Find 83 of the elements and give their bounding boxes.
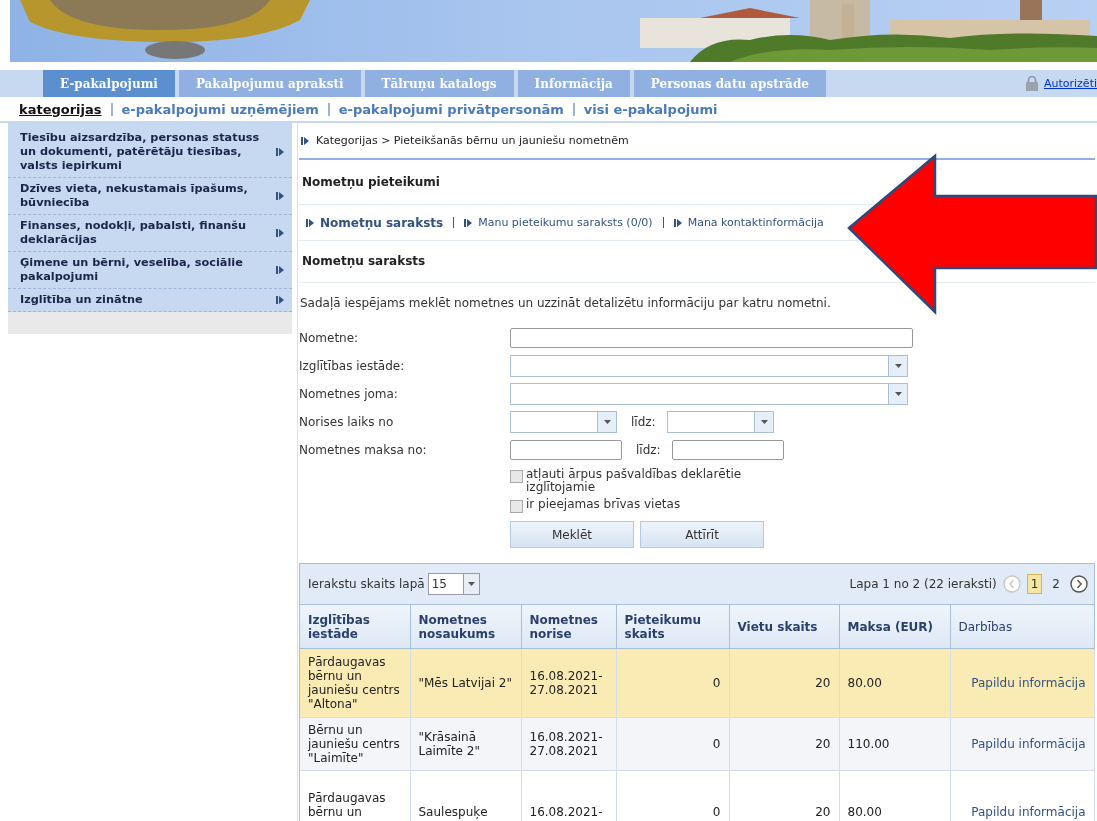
checkbox[interactable] <box>510 500 523 513</box>
table-cell: 0 <box>616 648 729 718</box>
table-cell: 80.00 <box>839 770 950 821</box>
field-label: Nometnes maksa no: <box>299 443 428 457</box>
dropdown-field[interactable] <box>510 411 617 433</box>
caret-icon <box>467 582 475 586</box>
arrow-icon <box>673 217 682 228</box>
column-header[interactable]: Darbības <box>950 605 1094 649</box>
column-header[interactable]: Pieteikumu skaits <box>616 605 729 649</box>
checkbox[interactable] <box>510 470 523 483</box>
next-page-icon[interactable] <box>1070 575 1088 593</box>
text-field[interactable] <box>672 440 784 460</box>
table-cell: 16.08.2021- <box>521 770 616 821</box>
form-button[interactable]: Attīrīt <box>640 521 764 548</box>
lock-icon <box>1024 75 1039 92</box>
field-label: līdz: <box>630 415 657 429</box>
table-cell: 16.08.2021-27.08.2021 <box>521 717 616 771</box>
previous-page-icon[interactable] <box>1002 575 1021 593</box>
field-label: Izglītības iestāde: <box>299 359 406 373</box>
table-cell: Saulespuķe <box>410 770 521 821</box>
table-cell: 20 <box>729 770 839 821</box>
details-link[interactable]: Papildu informācija <box>971 805 1086 819</box>
column-header[interactable]: Nometnes nosaukums <box>410 605 521 649</box>
table-cell: "Mēs Latvijai 2" <box>410 648 521 718</box>
section-tab[interactable]: Mana kontaktinformācija <box>662 217 834 228</box>
category-link[interactable]: visi e-pakalpojumi <box>572 102 727 116</box>
caret-icon <box>603 420 611 424</box>
field-label: līdz: <box>635 443 662 457</box>
breadcrumb: Kategorijas > Pieteikšanās bērnu un jauniešu nometnēm <box>316 134 629 147</box>
details-link[interactable]: Papildu informācija <box>971 676 1086 690</box>
table-cell: 80.00 <box>839 648 950 718</box>
arrow-icon <box>276 191 284 201</box>
dropdown-field[interactable] <box>510 383 908 405</box>
table-cell: 20 <box>729 648 839 718</box>
section-tab[interactable]: Nometņu saraksts <box>306 215 454 230</box>
text-field[interactable] <box>510 328 913 348</box>
arrow-icon <box>301 135 309 146</box>
table-cell: 0 <box>616 717 729 771</box>
text-field[interactable] <box>510 440 622 460</box>
table-cell: 110.00 <box>839 717 950 771</box>
description: Sadaļā iespējams meklēt nometnes un uzzināt detalizētu informāciju par katru nometni. <box>299 296 832 310</box>
column-header[interactable]: Izglītības iestāde <box>300 605 410 649</box>
dropdown-field[interactable] <box>667 411 774 433</box>
arrow-icon <box>276 228 284 238</box>
category-item[interactable]: Finanses, nodokļi, pabalsti, finanšu deklarācijas <box>8 215 292 252</box>
field-label: Nometne: <box>299 331 360 345</box>
table-cell: Pārdaugavas bērnu un jauniešu centrs "Altona" <box>300 648 410 718</box>
section-tab[interactable]: Manu pieteikumu saraksts (0/0) <box>453 217 663 228</box>
caret-icon <box>894 364 902 368</box>
category-link[interactable]: kategorijas <box>19 101 111 117</box>
checkbox-label: atļauti ārpus pašvaldības deklarētie izglītojamie <box>526 468 743 494</box>
category-link[interactable]: e-pakalpojumi uzņēmējiem <box>110 102 328 116</box>
field-label: Nometnes joma: <box>299 387 399 401</box>
page-info: Lapa 1 no 2 (22 ieraksti) <box>849 577 997 591</box>
login-link[interactable]: Autorizēti <box>1043 77 1097 90</box>
table-cell: 16.08.2021-27.08.2021 <box>521 648 616 718</box>
caret-icon <box>760 420 768 424</box>
table-cell: Bērnu un jauniešu centrs "Laimīte" <box>300 717 410 771</box>
category-item[interactable]: Tiesību aizsardzība, personas statuss un dokumenti, patērētāju tiesības, valsts iepirkumi <box>8 127 292 178</box>
table-cell: Pārdaugavas bērnu un <box>300 770 410 821</box>
page-button[interactable]: 1 <box>1026 574 1043 594</box>
page-button[interactable]: 2 <box>1048 574 1064 594</box>
table-cell: "Krāsainā Laimīte 2" <box>410 717 521 771</box>
dropdown-field[interactable] <box>510 355 908 377</box>
arrow-icon <box>276 295 284 305</box>
arrow-icon <box>276 147 284 157</box>
category-link[interactable]: e-pakalpojumi privātpersonām <box>327 102 573 116</box>
column-header[interactable]: Maksa (EUR) <box>839 605 950 649</box>
field-label: Norises laiks no <box>299 415 395 429</box>
arrow-icon <box>306 217 314 228</box>
column-header[interactable]: Nometnes norise <box>521 605 616 649</box>
table-cell: 20 <box>729 717 839 771</box>
category-item[interactable]: Dzīves vieta, nekustamais īpašums, būvniecība <box>8 178 292 215</box>
arrow-icon <box>276 265 284 275</box>
table-cell: 0 <box>616 770 729 821</box>
category-item[interactable]: Ģimene un bērni, veselība, sociālie pakalpojumi <box>8 252 292 289</box>
column-header[interactable]: Vietu skaits <box>729 605 839 649</box>
page-size-label: Ierakstu skaits lapā <box>308 577 425 591</box>
checkbox-label: ir pieejamas brīvas vietas <box>526 498 681 511</box>
form-button[interactable]: Meklēt <box>510 521 634 548</box>
arrow-icon <box>464 217 473 228</box>
caret-icon <box>894 392 902 396</box>
page-size-dropdown[interactable]: 15 <box>427 573 480 595</box>
